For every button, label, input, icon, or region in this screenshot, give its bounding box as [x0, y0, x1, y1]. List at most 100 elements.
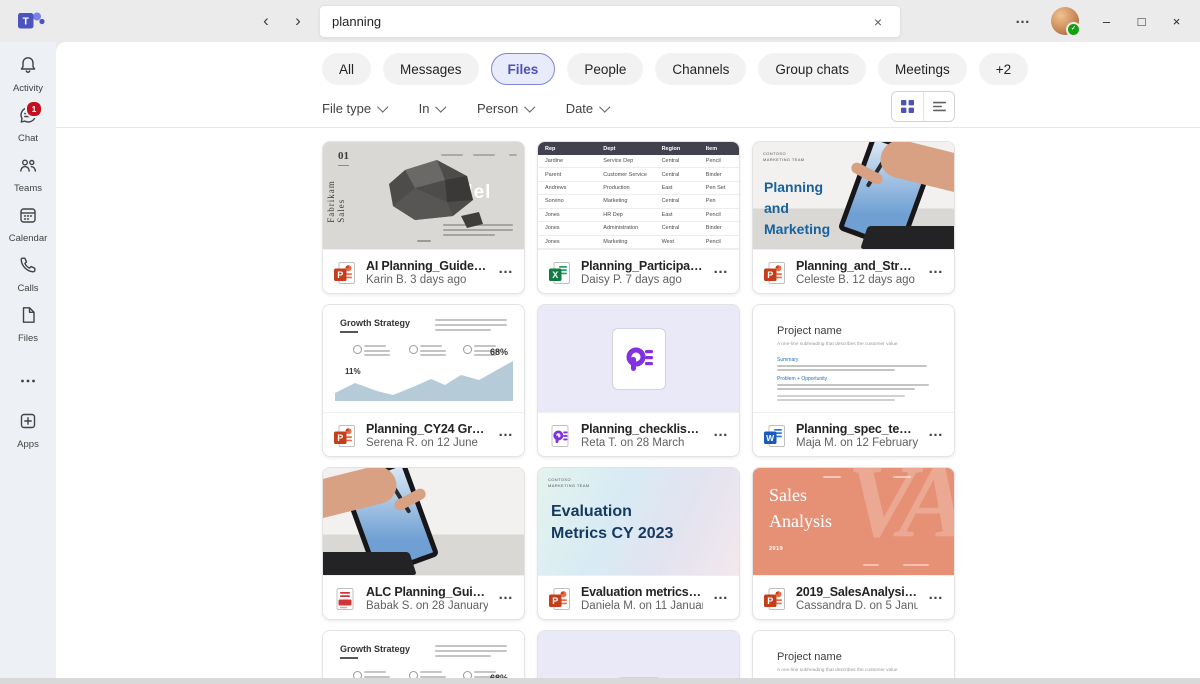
filter-label: Date [566, 101, 593, 116]
file-card[interactable]: CONTOSOMARKETING TEAM EvaluationMetrics … [537, 467, 740, 620]
file-card-footer: P AI Planning_Guide_202… Karin B. 3 days… [323, 250, 524, 294]
more-options-button[interactable]: … [711, 260, 731, 285]
slide-thumbnail: 01 Fabrikam Sales VanArsdel [323, 142, 524, 250]
file-name: Planning_and_Strategy… [796, 259, 918, 273]
loop-icon [547, 423, 573, 449]
sidebar-item-files[interactable]: Files [0, 304, 56, 345]
file-card-footer: Planning_checklist.loop Reta T. on 28 Ma… [538, 413, 739, 457]
svg-text:P: P [767, 269, 773, 279]
minimize-button[interactable]: – [1089, 0, 1124, 42]
more-horizontal-icon [18, 371, 38, 396]
sidebar-item-calls[interactable]: Calls [0, 254, 56, 295]
file-card[interactable]: ALC Planning_Guide.pdf Babak S. on 28 Ja… [322, 467, 525, 620]
view-toggle [891, 91, 955, 122]
more-options-button[interactable]: … [711, 423, 731, 448]
file-card[interactable]: Growth Strategy 11% 68% P Planning_CY24 … [322, 304, 525, 457]
sidebar-item-activity[interactable]: Activity [0, 54, 56, 95]
sidebar-item-more[interactable] [0, 370, 56, 397]
slide-title: SalesAnalysis [769, 482, 832, 534]
sidebar-item-label: Calendar [9, 233, 48, 244]
file-card[interactable]: Growth Strategy 11% 68% [322, 630, 525, 678]
tab-people[interactable]: People [567, 53, 643, 85]
sidebar-item-chat[interactable]: Chat 1 [0, 104, 56, 145]
file-card-footer: P Planning_CY24 Growth… Serena R. on 12 … [323, 413, 524, 457]
list-view-button[interactable] [923, 92, 954, 121]
titlebar: T ‹ › planning × … ✓ – □ × [0, 0, 1200, 42]
forward-button[interactable]: › [284, 6, 312, 36]
file-card[interactable] [537, 630, 740, 678]
document-thumbnail: Project name A one-line subheading that … [753, 631, 954, 678]
file-card[interactable]: 01 Fabrikam Sales VanArsdel P AI Plannin… [322, 141, 525, 294]
file-meta: Serena R. on 12 June [366, 437, 488, 449]
spreadsheet-row: JardineService DepCentralPencil [538, 155, 739, 168]
filter-date[interactable]: Date [566, 101, 609, 116]
sidebar-item-label: Activity [13, 83, 43, 94]
grid-view-button[interactable] [892, 92, 923, 121]
slide-thumbnail: Growth Strategy 11% 68% [323, 305, 524, 413]
clear-search-icon[interactable]: × [868, 13, 888, 31]
file-card-footer: W Planning_spec_templat… Maja M. on 12 F… [753, 413, 954, 457]
area-chart [335, 357, 515, 401]
more-options-button[interactable]: … [496, 423, 516, 448]
file-card-footer: X Planning_Participant.xl… Daisy P. 7 da… [538, 250, 739, 294]
sidebar-item-label: Calls [17, 283, 38, 294]
titlebar-more-options-icon[interactable]: … [1005, 9, 1041, 33]
filter-file-type[interactable]: File type [322, 101, 387, 116]
search-value: planning [332, 14, 381, 29]
tab-all[interactable]: All [322, 53, 371, 85]
avatar[interactable]: ✓ [1051, 7, 1079, 35]
file-card-footer: P 2019_SalesAnalysis.pptx Cassandra D. o… [753, 576, 954, 620]
sidebar-item-label: Files [18, 333, 38, 344]
tab-meetings[interactable]: Meetings [878, 53, 967, 85]
unread-badge: 1 [25, 100, 43, 118]
more-options-button[interactable]: … [926, 260, 946, 285]
excel-icon: X [547, 260, 573, 286]
powerpoint-icon: P [332, 423, 358, 449]
document-thumbnail [323, 468, 524, 576]
file-card[interactable]: VA SalesAnalysis 2019 P 2019_SalesAnalys… [752, 467, 955, 620]
loop-logo-icon [612, 328, 666, 390]
tab-messages[interactable]: Messages [383, 53, 479, 85]
slide-year: 2019 [769, 546, 783, 552]
file-meta: Karin B. 3 days ago [366, 274, 488, 286]
svg-text:X: X [552, 269, 558, 279]
tab-channels[interactable]: Channels [655, 53, 746, 85]
slide-thumbnail: VA SalesAnalysis 2019 [753, 468, 954, 576]
file-card[interactable]: Project name A one-line subheading that … [752, 630, 955, 678]
sidebar-item-label: Chat [18, 133, 38, 144]
more-options-button[interactable]: … [711, 586, 731, 611]
maximize-button[interactable]: □ [1124, 0, 1159, 42]
spreadsheet-row: JonesAdministrationCentralBinder [538, 222, 739, 235]
document-subtitle: A one-line subheading that describes the… [777, 342, 898, 347]
file-meta: Celeste B. 12 days ago [796, 274, 918, 286]
search-input[interactable]: planning × [320, 6, 900, 37]
tab-files[interactable]: Files [491, 53, 556, 85]
more-options-button[interactable]: … [926, 586, 946, 611]
tab-2[interactable]: +2 [979, 53, 1028, 85]
chevron-down-icon [600, 101, 611, 112]
file-card[interactable]: CONTOSOMARKETING TEAM PlanningandMarketi… [752, 141, 955, 294]
sidebar-item-calendar[interactable]: Calendar [0, 204, 56, 245]
file-card[interactable]: Planning_checklist.loop Reta T. on 28 Ma… [537, 304, 740, 457]
chevron-down-icon [525, 101, 536, 112]
tab-group-chats[interactable]: Group chats [758, 53, 866, 85]
filter-person[interactable]: Person [477, 101, 534, 116]
file-name: Planning_Participant.xl… [581, 259, 703, 273]
sidebar-item-teams[interactable]: Teams [0, 154, 56, 195]
file-name: Planning_CY24 Growth… [366, 422, 488, 436]
more-options-button[interactable]: … [926, 423, 946, 448]
file-card[interactable]: RepDeptRegionItem JardineService DepCent… [537, 141, 740, 294]
sidebar-item-apps[interactable]: Apps [0, 410, 56, 451]
file-card[interactable]: Project name A one-line subheading that … [752, 304, 955, 457]
filter-in[interactable]: In [419, 101, 445, 116]
back-button[interactable]: ‹ [252, 6, 280, 36]
file-name: Evaluation metrics CY2… [581, 585, 703, 599]
list-view-icon [932, 99, 947, 114]
slide-eyebrow: CONTOSOMARKETING TEAM [763, 151, 805, 164]
slide-sidebar-text: Fabrikam Sales [326, 169, 346, 223]
more-options-button[interactable]: … [496, 586, 516, 611]
tablet-photo [323, 468, 524, 575]
chevron-down-icon [436, 101, 447, 112]
more-options-button[interactable]: … [496, 260, 516, 285]
close-window-button[interactable]: × [1159, 0, 1194, 42]
